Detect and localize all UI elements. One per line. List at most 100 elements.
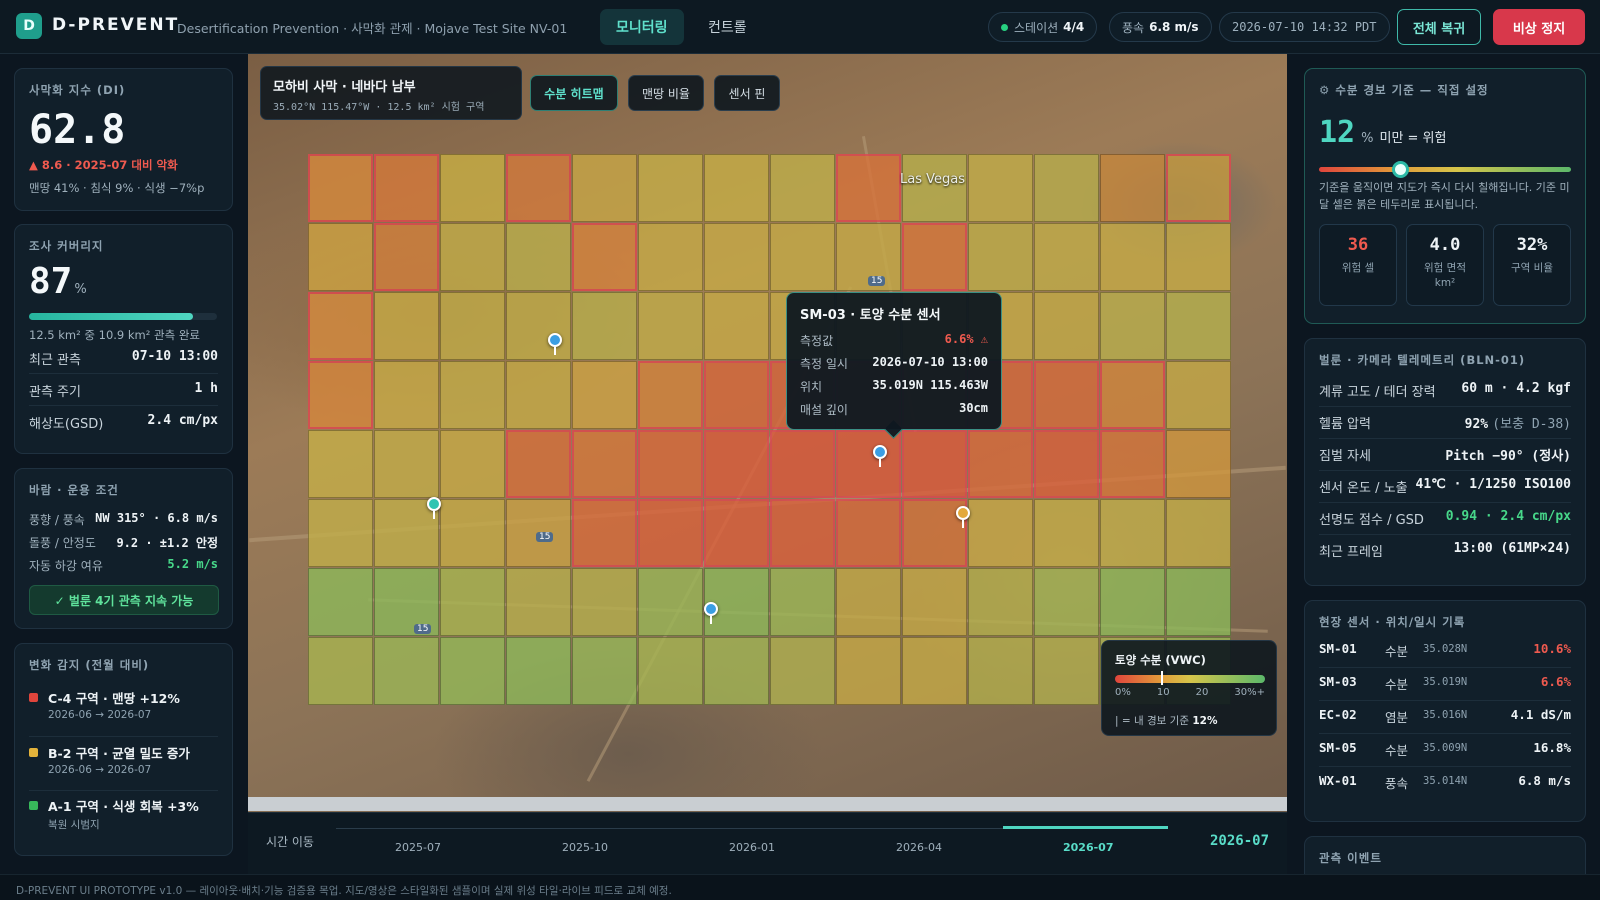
heatmap-cell[interactable]	[572, 568, 637, 636]
heatmap-cell[interactable]	[836, 499, 901, 567]
heatmap-cell[interactable]	[968, 430, 1033, 498]
heatmap-cell[interactable]	[1034, 292, 1099, 360]
sensor-pin-icon[interactable]	[956, 506, 970, 528]
heatmap-cell[interactable]	[440, 361, 505, 429]
heatmap-cell[interactable]	[704, 430, 769, 498]
heatmap-cell[interactable]	[968, 499, 1033, 567]
heatmap-cell[interactable]	[1034, 499, 1099, 567]
heatmap-cell[interactable]	[770, 499, 835, 567]
map-horizontal-scrollbar[interactable]	[248, 797, 1287, 811]
layer-sensor-pins-button[interactable]: 센서 핀	[714, 75, 780, 111]
timeline-active-segment[interactable]	[1003, 826, 1168, 829]
heatmap-cell[interactable]	[902, 223, 967, 291]
heatmap-cell[interactable]	[704, 499, 769, 567]
heatmap-cell[interactable]	[308, 637, 373, 705]
heatmap-cell[interactable]	[1034, 568, 1099, 636]
heatmap-cell[interactable]	[1100, 154, 1165, 222]
heatmap-cell[interactable]	[1100, 223, 1165, 291]
heatmap-cell[interactable]	[968, 568, 1033, 636]
heatmap-cell[interactable]	[770, 223, 835, 291]
heatmap-cell[interactable]	[1100, 430, 1165, 498]
heatmap-cell[interactable]	[506, 430, 571, 498]
heatmap-cell[interactable]	[1166, 361, 1231, 429]
heatmap-cell[interactable]	[572, 637, 637, 705]
heatmap-cell[interactable]	[506, 292, 571, 360]
tab-monitoring[interactable]: 모니터링	[600, 9, 684, 45]
heatmap-cell[interactable]	[638, 361, 703, 429]
sensor-pin-icon[interactable]	[873, 445, 887, 467]
heatmap-cell[interactable]	[308, 430, 373, 498]
heatmap-cell[interactable]	[374, 637, 439, 705]
sensor-row[interactable]: EC-02 염분 35.016N 4.1 dS/m	[1319, 707, 1571, 731]
heatmap-cell[interactable]	[440, 568, 505, 636]
heatmap-cell[interactable]	[440, 430, 505, 498]
heatmap-cell[interactable]	[506, 568, 571, 636]
heatmap-cell[interactable]	[1100, 361, 1165, 429]
timeline-tick[interactable]: 2026-04	[896, 841, 942, 854]
heatmap-cell[interactable]	[1034, 361, 1099, 429]
heatmap-cell[interactable]	[1166, 568, 1231, 636]
heatmap-cell[interactable]	[506, 637, 571, 705]
heatmap-cell[interactable]	[638, 499, 703, 567]
timeline-tick[interactable]: 2025-07	[395, 841, 441, 854]
heatmap-cell[interactable]	[638, 223, 703, 291]
heatmap-cell[interactable]	[1034, 637, 1099, 705]
heatmap-cell[interactable]	[308, 499, 373, 567]
heatmap-cell[interactable]	[506, 361, 571, 429]
heatmap-cell[interactable]	[1034, 223, 1099, 291]
heatmap-cell[interactable]	[1100, 568, 1165, 636]
sensor-row[interactable]: SM-05 수분 35.009N 16.8%	[1319, 740, 1571, 764]
heatmap-cell[interactable]	[638, 430, 703, 498]
heatmap-cell[interactable]	[374, 292, 439, 360]
satellite-map[interactable]: Las Vegas 15 15 15 모하비 사막 · 네바다 남부 35.02…	[248, 54, 1287, 812]
heatmap-cell[interactable]	[572, 361, 637, 429]
heatmap-cell[interactable]	[704, 154, 769, 222]
heatmap-cell[interactable]	[836, 154, 901, 222]
heatmap-cell[interactable]	[704, 223, 769, 291]
heatmap-cell[interactable]	[572, 223, 637, 291]
heatmap-cell[interactable]	[1100, 499, 1165, 567]
heatmap-cell[interactable]	[440, 499, 505, 567]
sensor-pin-icon[interactable]	[427, 497, 441, 519]
heatmap-cell[interactable]	[308, 154, 373, 222]
heatmap-cell[interactable]	[902, 568, 967, 636]
heatmap-cell[interactable]	[704, 292, 769, 360]
heatmap-cell[interactable]	[374, 154, 439, 222]
sensor-row[interactable]: WX-01 풍속 35.014N 6.8 m/s	[1319, 773, 1571, 797]
heatmap-cell[interactable]	[572, 292, 637, 360]
heatmap-cell[interactable]	[638, 637, 703, 705]
layer-moisture-heatmap-button[interactable]: 수분 히트맵	[530, 75, 618, 111]
heatmap-cell[interactable]	[308, 361, 373, 429]
heatmap-cell[interactable]	[572, 154, 637, 222]
heatmap-cell[interactable]	[1166, 223, 1231, 291]
heatmap-cell[interactable]	[1034, 430, 1099, 498]
heatmap-cell[interactable]	[836, 568, 901, 636]
threshold-slider[interactable]	[1319, 161, 1571, 178]
heatmap-cell[interactable]	[902, 430, 967, 498]
heatmap-cell[interactable]	[374, 361, 439, 429]
heatmap-cell[interactable]	[638, 568, 703, 636]
heatmap-cell[interactable]	[836, 637, 901, 705]
heatmap-cell[interactable]	[374, 223, 439, 291]
heatmap-cell[interactable]	[1166, 430, 1231, 498]
emergency-stop-button[interactable]: 비상 정지	[1493, 9, 1585, 45]
heatmap-cell[interactable]	[506, 154, 571, 222]
timeline-tick[interactable]: 2026-01	[729, 841, 775, 854]
slider-handle[interactable]	[1391, 161, 1409, 178]
heatmap-cell[interactable]	[506, 223, 571, 291]
heatmap-cell[interactable]	[440, 637, 505, 705]
heatmap-cell[interactable]	[374, 430, 439, 498]
heatmap-cell[interactable]	[770, 568, 835, 636]
heatmap-cell[interactable]	[308, 292, 373, 360]
heatmap-cell[interactable]	[1100, 292, 1165, 360]
heatmap-cell[interactable]	[704, 637, 769, 705]
heatmap-cell[interactable]	[572, 499, 637, 567]
heatmap-cell[interactable]	[440, 154, 505, 222]
sensor-row[interactable]: SM-03 수분 35.019N 6.6%	[1319, 674, 1571, 698]
heatmap-cell[interactable]	[308, 568, 373, 636]
heatmap-cell[interactable]	[1166, 154, 1231, 222]
timeline-tick[interactable]: 2025-10	[562, 841, 608, 854]
heatmap-cell[interactable]	[440, 292, 505, 360]
heatmap-cell[interactable]	[968, 637, 1033, 705]
heatmap-cell[interactable]	[1034, 154, 1099, 222]
